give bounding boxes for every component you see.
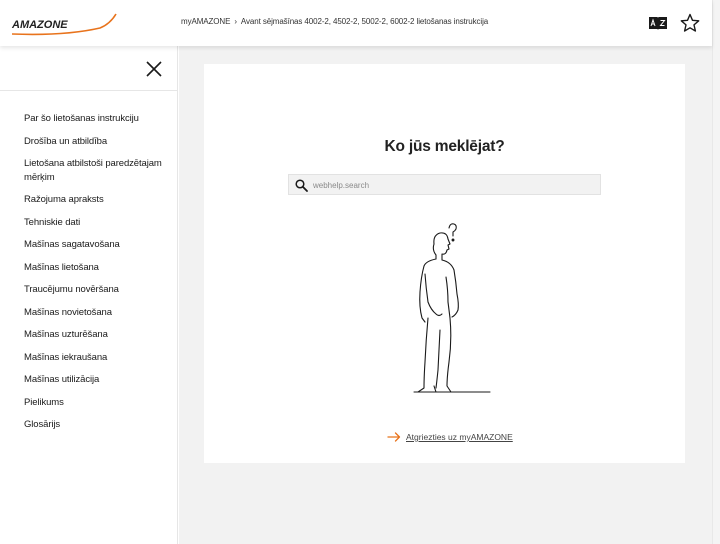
favorite-button[interactable]	[679, 12, 701, 34]
breadcrumb-home-link[interactable]: myAMAZONE	[181, 17, 230, 26]
logo-text: AMAZONE	[11, 19, 68, 31]
sidebar-item-machine-operation[interactable]: Mašīnas lietošana	[0, 261, 178, 275]
search-card: Ko jūs meklējat? webhelp.search Atgriezt…	[204, 64, 685, 463]
back-link-label: Atgriezties uz myAMAZONE	[406, 432, 513, 442]
amazone-logo[interactable]: AMAZONE	[10, 12, 118, 38]
search-input[interactable]	[313, 177, 593, 193]
breadcrumb-separator: ›	[234, 17, 237, 26]
page-title: Ko jūs meklējat?	[384, 138, 505, 155]
sidebar-item-glossary[interactable]: Glosārijs	[0, 418, 178, 432]
star-icon	[680, 13, 700, 32]
search-icon	[295, 179, 308, 192]
back-to-myamazone-link[interactable]: Atgriezties uz myAMAZONE	[387, 432, 513, 442]
sidebar: Par šo lietošanas instrukciju Drošība un…	[0, 46, 178, 544]
sidebar-item-technical-data[interactable]: Tehniskie dati	[0, 216, 178, 230]
sidebar-header	[0, 46, 178, 91]
main-content: Ko jūs meklējat? webhelp.search Atgriezt…	[179, 46, 712, 544]
sidebar-item-machine-maintenance[interactable]: Mašīnas uzturēšana	[0, 328, 178, 342]
search-box[interactable]	[288, 174, 601, 195]
top-header: AMAZONE myAMAZONE › Avant sējmašīnas 4002-…	[0, 0, 712, 46]
sidebar-item-appendix[interactable]: Pielikums	[0, 396, 178, 410]
breadcrumb-current: Avant sējmašīnas 4002-2, 4502-2, 5002-2,…	[240, 17, 489, 26]
glossary-button[interactable]	[647, 12, 669, 34]
sidebar-item-safety[interactable]: Drošība un atbildība	[0, 135, 178, 149]
sidebar-nav: Par šo lietošanas instrukciju Drošība un…	[0, 112, 178, 441]
close-sidebar-button[interactable]	[143, 58, 165, 80]
close-icon	[146, 61, 162, 77]
a-z-book-icon	[649, 17, 667, 30]
breadcrumb: myAMAZONE › Avant sējmašīnas 4002-2, 4502-…	[181, 17, 488, 26]
sidebar-item-intended-use[interactable]: Lietošana atbilstoši paredzētajam mērķim	[0, 157, 178, 184]
sidebar-item-machine-disposal[interactable]: Mašīnas utilizācija	[0, 373, 178, 387]
sidebar-item-machine-loading[interactable]: Mašīnas iekraušana	[0, 351, 178, 365]
sidebar-item-machine-parking[interactable]: Mašīnas novietošana	[0, 306, 178, 320]
page-scrollbar[interactable]	[712, 0, 720, 544]
sidebar-item-troubleshooting[interactable]: Traucējumu novēršana	[0, 283, 178, 297]
sidebar-item-machine-preparation[interactable]: Mašīnas sagatavošana	[0, 238, 178, 252]
sidebar-item-about-manual[interactable]: Par šo lietošanas instrukciju	[0, 112, 178, 126]
thinking-person-graphic	[413, 223, 491, 393]
amazone-logo-graphic: AMAZONE	[11, 13, 117, 36]
sidebar-item-product-description[interactable]: Ražojuma apraksts	[0, 193, 178, 207]
thinking-person-illustration	[396, 222, 496, 396]
arrow-right-icon	[387, 432, 401, 442]
